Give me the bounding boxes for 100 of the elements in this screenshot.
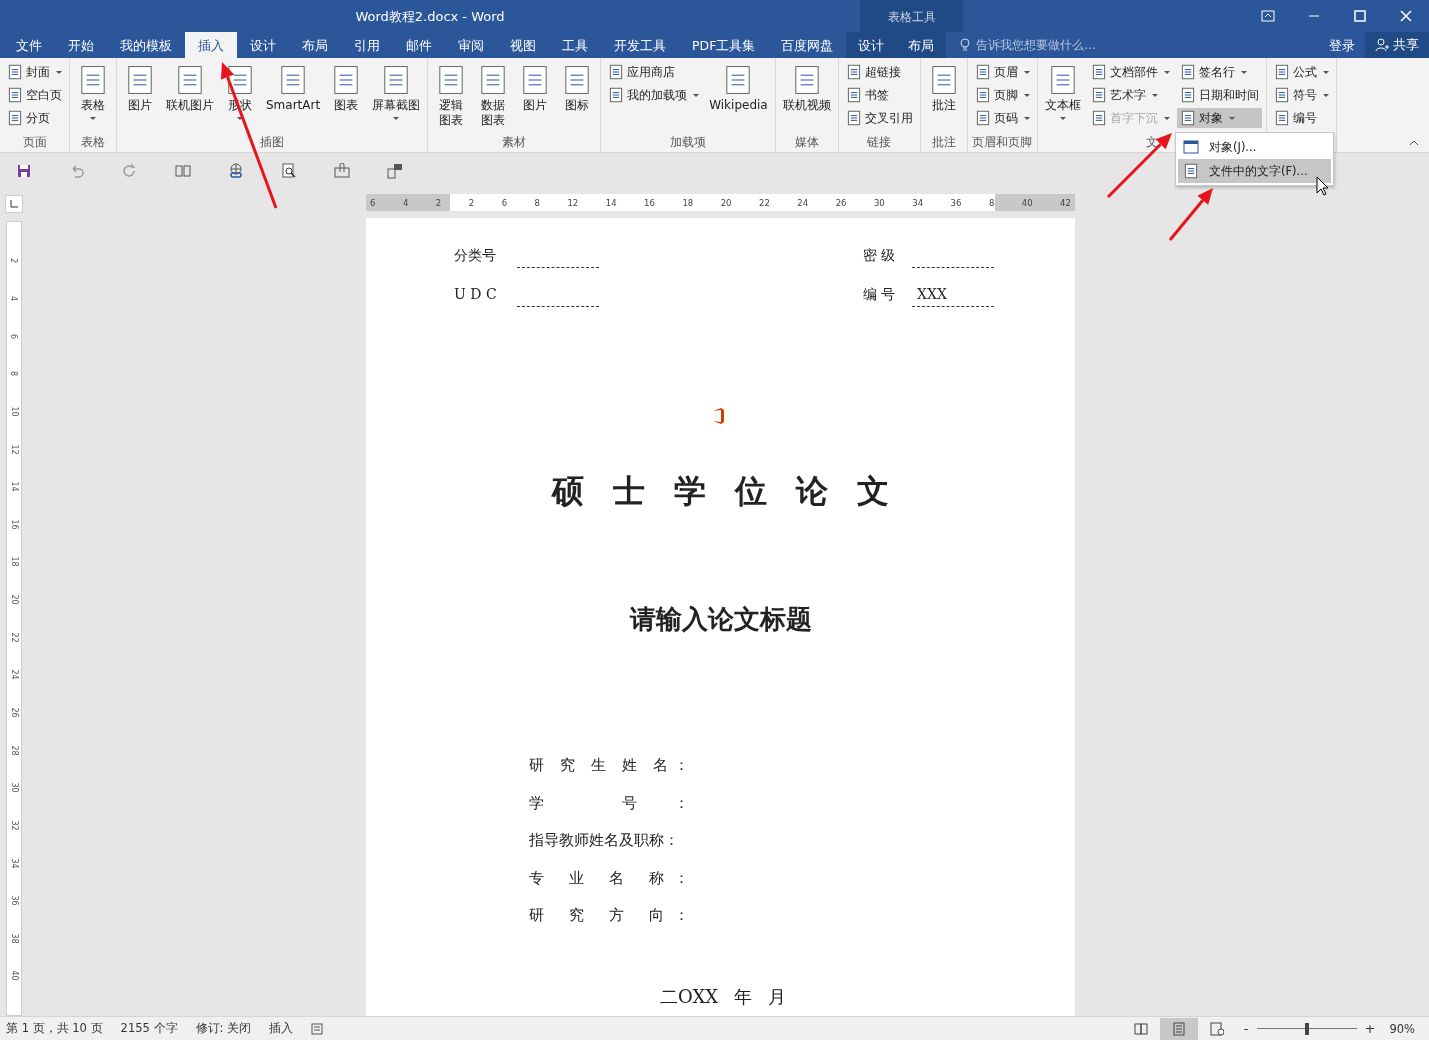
group-label: 加载项 bbox=[669, 135, 706, 149]
ribbon-button[interactable]: 图片 bbox=[120, 62, 160, 115]
tab-selector[interactable] bbox=[5, 195, 23, 213]
login-link[interactable]: 登录 bbox=[1319, 32, 1365, 58]
ribbon-button[interactable]: 文档部件 bbox=[1087, 62, 1173, 82]
ribbon-tab[interactable]: 布局 bbox=[896, 32, 947, 58]
ruler-number: 12 bbox=[9, 443, 19, 455]
ribbon-button[interactable]: 文本框 bbox=[1040, 62, 1085, 122]
document-icon bbox=[1179, 110, 1196, 126]
view-button[interactable] bbox=[1159, 1017, 1198, 1040]
tell-me-field[interactable]: 告诉我您想要做什么... bbox=[974, 37, 1169, 53]
document-icon bbox=[845, 64, 862, 80]
slider-thumb[interactable] bbox=[1304, 1022, 1309, 1035]
status-text[interactable]: 2155 个字 bbox=[120, 1021, 178, 1036]
ribbon-button[interactable]: 签名行 bbox=[1176, 62, 1262, 82]
caret-icon bbox=[1023, 116, 1030, 120]
menu-item[interactable]: 对象(J)... bbox=[1178, 135, 1331, 159]
close-icon[interactable] bbox=[1399, 9, 1413, 23]
ribbon-button[interactable]: 图标 bbox=[557, 62, 598, 115]
ribbon-tab[interactable]: PDF工具集 bbox=[679, 32, 769, 58]
ribbon-button[interactable]: 图片 bbox=[515, 62, 556, 115]
ribbon-button[interactable]: 联机图片 bbox=[162, 62, 218, 115]
document-icon bbox=[7, 87, 23, 103]
print-preview-icon[interactable] bbox=[281, 163, 297, 179]
window-icon bbox=[1183, 140, 1199, 154]
ribbon-tab[interactable]: 我的模板 bbox=[107, 32, 185, 58]
ribbon-tab[interactable]: 布局 bbox=[289, 32, 341, 58]
group-label: 批注 bbox=[931, 135, 956, 149]
ribbon-tab[interactable]: 百度网盘 bbox=[768, 32, 847, 58]
ribbon-button[interactable]: 艺术字 bbox=[1087, 85, 1173, 105]
tab-stop-icon bbox=[10, 200, 18, 208]
web-link-icon[interactable] bbox=[228, 163, 244, 179]
status-text[interactable]: 插入 bbox=[269, 1021, 294, 1036]
ribbon-button[interactable]: 页脚 bbox=[971, 85, 1033, 105]
two-pages-icon[interactable] bbox=[175, 163, 191, 179]
document-icon bbox=[7, 64, 23, 80]
ribbon-button[interactable]: 交叉引用 bbox=[842, 108, 916, 128]
ruler-number: 8 bbox=[9, 371, 19, 377]
group-label: 页眉和页脚 bbox=[972, 135, 1033, 149]
ribbon-tab[interactable]: 文件 bbox=[3, 32, 55, 58]
ribbon-tab[interactable]: 视图 bbox=[497, 32, 549, 58]
ruler-number: 26 bbox=[835, 197, 847, 208]
ribbon-button[interactable]: 分页 bbox=[4, 108, 65, 128]
ruler-number: 30 bbox=[9, 782, 19, 793]
ribbon-tab[interactable]: 设计 bbox=[237, 32, 289, 58]
ribbon-button[interactable]: 联机视频 bbox=[778, 62, 835, 115]
ribbon-button[interactable]: 超链接 bbox=[842, 62, 916, 82]
ribbon-tab[interactable]: 开始 bbox=[55, 32, 107, 58]
document-icon bbox=[1273, 110, 1290, 126]
caret-icon bbox=[1023, 70, 1030, 74]
save-icon[interactable] bbox=[16, 163, 32, 179]
maximize-icon[interactable] bbox=[1353, 9, 1367, 23]
ribbon-button[interactable]: 页眉 bbox=[971, 62, 1033, 82]
ribbon-button[interactable]: 数据图表 bbox=[473, 62, 514, 130]
ribbon-button[interactable]: 编号 bbox=[1270, 108, 1332, 128]
group-label: 表格 bbox=[81, 135, 105, 149]
ribbon-tab[interactable]: 引用 bbox=[341, 32, 393, 58]
zoom-level[interactable]: 90% bbox=[1389, 1021, 1415, 1036]
ribbon-button[interactable]: 图表 bbox=[326, 62, 367, 115]
ribbon-button[interactable]: 对象 bbox=[1176, 108, 1262, 128]
macro-icon[interactable] bbox=[311, 1022, 324, 1035]
document-icon bbox=[7, 110, 23, 126]
ribbon-button[interactable]: 我的加载项 bbox=[605, 85, 703, 105]
ribbon-button[interactable]: 批注 bbox=[923, 62, 964, 115]
zoom-out-button[interactable]: - bbox=[1243, 1021, 1249, 1036]
ruler-number: 2 bbox=[468, 197, 475, 208]
info-label: 专 业 名 称： bbox=[529, 867, 689, 889]
ruler-number: 16 bbox=[644, 197, 655, 208]
zoom-in-button[interactable]: + bbox=[1364, 1021, 1376, 1036]
ribbon-button[interactable]: 表格 bbox=[73, 62, 113, 122]
menu-item[interactable]: 文件中的文字(F)... bbox=[1178, 159, 1331, 183]
collapse-ribbon-icon[interactable] bbox=[1409, 140, 1419, 146]
status-text[interactable]: 第 1 页，共 10 页 bbox=[6, 1021, 103, 1036]
ribbon-tab[interactable]: 邮件 bbox=[393, 32, 445, 58]
ribbon-button[interactable]: 日期和时间 bbox=[1176, 85, 1262, 105]
ribbon-button[interactable]: SmartArt bbox=[262, 62, 325, 115]
ribbon-button[interactable]: 应用商店 bbox=[605, 62, 703, 82]
ruler-number: 42 bbox=[1060, 197, 1071, 208]
share-button[interactable]: 共享 bbox=[1365, 32, 1429, 58]
ribbon-button[interactable]: 页码 bbox=[971, 108, 1033, 128]
ribbon-button[interactable]: 封面 bbox=[4, 62, 65, 82]
ribbon-button[interactable]: 书签 bbox=[842, 85, 916, 105]
ribbon-tab[interactable]: 审阅 bbox=[445, 32, 497, 58]
ribbon-button[interactable]: 符号 bbox=[1270, 85, 1332, 105]
group-label: 素材 bbox=[502, 135, 527, 149]
ribbon-tab[interactable]: 设计 bbox=[846, 32, 897, 58]
ribbon-tab[interactable]: 插入 bbox=[185, 32, 237, 58]
ribbon-tab[interactable]: 工具 bbox=[549, 32, 601, 58]
ribbon-button[interactable]: 空白页 bbox=[4, 85, 65, 105]
status-text[interactable]: 修订: 关闭 bbox=[195, 1021, 252, 1036]
ribbon-button[interactable]: Wikipedia bbox=[705, 62, 772, 115]
ribbon-display-icon[interactable] bbox=[1261, 9, 1275, 23]
document-icon bbox=[1179, 64, 1196, 80]
group-label: 页面 bbox=[22, 135, 47, 149]
ribbon-button[interactable]: 逻辑图表 bbox=[431, 62, 472, 130]
ribbon-button[interactable]: 屏幕截图 bbox=[368, 62, 425, 122]
lightbulb-icon bbox=[960, 38, 971, 52]
ribbon-tab[interactable]: 开发工具 bbox=[601, 32, 679, 58]
context-tab-group-label: 表格工具 bbox=[860, 0, 963, 32]
ribbon-button[interactable]: 公式 bbox=[1270, 62, 1332, 82]
